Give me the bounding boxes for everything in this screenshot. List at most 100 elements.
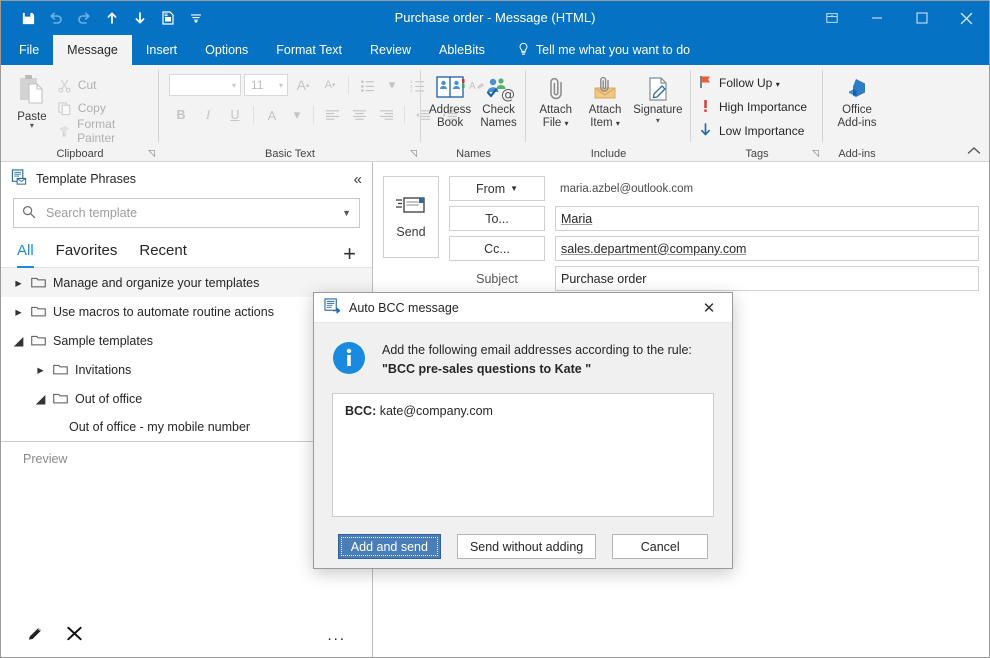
from-value[interactable]: maria.azbel@outlook.com bbox=[555, 176, 979, 201]
dialog-title-bar: Auto BCC message ✕ bbox=[314, 293, 732, 323]
delete-icon[interactable] bbox=[66, 625, 83, 645]
ribbon-tab-file[interactable]: File bbox=[5, 35, 53, 65]
folder-icon bbox=[31, 304, 46, 320]
tags-dialog-launcher-icon[interactable]: ◹ bbox=[812, 148, 819, 159]
search-filter-chevron-down-icon[interactable]: ▼ bbox=[342, 208, 351, 218]
font-size-combo[interactable]: 11 ▾ bbox=[244, 74, 288, 96]
collapse-ribbon-icon[interactable] bbox=[967, 146, 981, 159]
save-icon[interactable] bbox=[15, 5, 41, 31]
redo-icon[interactable] bbox=[71, 5, 97, 31]
ribbon-tab-ablebits[interactable]: AbleBits bbox=[425, 35, 499, 65]
check-names-button[interactable]: @ Check Names bbox=[477, 73, 520, 129]
previous-item-icon[interactable] bbox=[99, 5, 125, 31]
search-input[interactable] bbox=[44, 205, 335, 221]
from-button[interactable]: From ▼ bbox=[449, 176, 545, 201]
to-button[interactable]: To... bbox=[449, 206, 545, 231]
add-template-button[interactable]: + bbox=[343, 243, 356, 267]
ribbon-tab-format-text[interactable]: Format Text bbox=[262, 35, 356, 65]
address-book-label-1: Address bbox=[429, 104, 472, 116]
basic-text-dialog-launcher-icon[interactable]: ◹ bbox=[410, 148, 417, 159]
cancel-button[interactable]: Cancel bbox=[612, 534, 709, 559]
send-without-adding-button[interactable]: Send without adding bbox=[456, 534, 597, 559]
subject-input[interactable]: Purchase order bbox=[555, 266, 979, 291]
chevron-right-icon[interactable]: ▸ bbox=[13, 304, 24, 319]
check-names-label-1: Check bbox=[482, 104, 515, 116]
office-addins-label-2: Add-ins bbox=[837, 117, 877, 129]
close-icon[interactable] bbox=[944, 1, 989, 35]
chevron-right-icon[interactable]: ▸ bbox=[13, 275, 24, 290]
clipboard-dialog-launcher-icon[interactable]: ◹ bbox=[148, 148, 155, 159]
chevron-down-icon[interactable]: ◢ bbox=[35, 391, 46, 406]
font-color-chevron-down-icon[interactable]: ▾ bbox=[287, 103, 307, 127]
copy-button[interactable]: Copy bbox=[57, 98, 153, 118]
tab-recent[interactable]: Recent bbox=[139, 242, 187, 267]
attach-file-label-1: Attach bbox=[539, 104, 572, 116]
template-phrases-title: Template Phrases bbox=[36, 172, 137, 186]
to-value[interactable]: Maria bbox=[555, 206, 979, 231]
low-importance-button[interactable]: Low Importance bbox=[699, 120, 807, 142]
collapse-pane-icon[interactable]: « bbox=[354, 172, 362, 187]
send-button[interactable]: Send bbox=[383, 176, 439, 258]
minimize-icon[interactable] bbox=[854, 1, 899, 35]
dialog-close-icon[interactable]: ✕ bbox=[692, 294, 726, 322]
bullets-icon[interactable] bbox=[355, 73, 379, 97]
italic-icon[interactable]: I bbox=[196, 103, 220, 127]
cc-value[interactable]: sales.department@company.com bbox=[555, 236, 979, 261]
bullets-chevron-down-icon[interactable]: ▾ bbox=[382, 73, 402, 97]
ribbon-group-basic-text: ▾ 11 ▾ A▴ A▾ ▾ 123 ▾ bbox=[159, 65, 485, 162]
ribbon-group-tags: Follow Up ▾ High Importance Low Importan… bbox=[691, 65, 823, 162]
ribbon-tab-review[interactable]: Review bbox=[356, 35, 425, 65]
addins-group-label: Add-ins bbox=[838, 147, 876, 160]
tab-all[interactable]: All bbox=[17, 242, 34, 268]
address-book-button[interactable]: Address Book bbox=[427, 73, 473, 129]
more-options-icon[interactable]: ... bbox=[327, 627, 346, 644]
bold-icon[interactable]: B bbox=[169, 103, 193, 127]
edit-icon[interactable] bbox=[27, 625, 44, 645]
underline-icon[interactable]: U bbox=[223, 103, 247, 127]
tell-me-box[interactable]: Tell me what you want to do bbox=[499, 35, 704, 65]
cut-button[interactable]: Cut bbox=[57, 75, 153, 95]
ribbon-tab-insert[interactable]: Insert bbox=[132, 35, 191, 65]
quick-access-toolbar bbox=[1, 5, 209, 31]
font-color-icon[interactable]: A bbox=[260, 103, 284, 127]
low-importance-label: Low Importance bbox=[719, 124, 805, 138]
shrink-font-icon[interactable]: A ▾ bbox=[318, 73, 342, 97]
signature-chevron-down-icon: ▾ bbox=[655, 116, 660, 125]
attach-item-button[interactable]: Attach Item ▾ bbox=[581, 73, 628, 130]
search-template-box[interactable]: ▼ bbox=[13, 198, 360, 228]
copy-label: Copy bbox=[77, 101, 106, 115]
high-importance-button[interactable]: High Importance bbox=[699, 96, 807, 118]
ribbon-tab-options[interactable]: Options bbox=[191, 35, 262, 65]
grow-font-icon[interactable]: A ▴ bbox=[291, 73, 315, 97]
print-preview-icon[interactable] bbox=[155, 5, 181, 31]
ribbon-tab-message[interactable]: Message bbox=[53, 35, 132, 65]
ribbon-group-include: Attach File ▾ Attach Item ▾ Signature ▾ … bbox=[526, 65, 691, 162]
font-name-combo[interactable]: ▾ bbox=[169, 74, 241, 96]
tags-group-label: Tags bbox=[745, 147, 769, 160]
chevron-down-icon[interactable]: ◢ bbox=[13, 333, 24, 348]
paste-button[interactable]: Paste ▾ bbox=[7, 69, 57, 130]
tell-me-label: Tell me what you want to do bbox=[535, 43, 691, 57]
chevron-right-icon[interactable]: ▸ bbox=[35, 362, 46, 377]
align-right-icon[interactable] bbox=[374, 103, 398, 127]
align-left-icon[interactable] bbox=[320, 103, 344, 127]
undo-icon[interactable] bbox=[43, 5, 69, 31]
signature-button[interactable]: Signature ▾ bbox=[631, 73, 685, 125]
cc-label: Cc... bbox=[484, 241, 510, 256]
maximize-icon[interactable] bbox=[899, 1, 944, 35]
tree-item-label: Out of office bbox=[75, 391, 143, 406]
next-item-icon[interactable] bbox=[127, 5, 153, 31]
add-and-send-button[interactable]: Add and send bbox=[337, 534, 441, 559]
follow-up-button[interactable]: Follow Up ▾ bbox=[699, 72, 807, 94]
cc-button[interactable]: Cc... bbox=[449, 236, 545, 261]
attach-file-label-2: File ▾ bbox=[542, 117, 569, 129]
office-addins-label-1: Office bbox=[842, 104, 872, 116]
tab-favorites[interactable]: Favorites bbox=[56, 242, 118, 267]
attach-file-button[interactable]: Attach File ▾ bbox=[532, 73, 579, 130]
ribbon-display-options-icon[interactable] bbox=[809, 1, 854, 35]
format-painter-button[interactable]: Format Painter bbox=[57, 117, 153, 145]
office-addins-button[interactable]: Office Add-ins bbox=[830, 73, 884, 129]
align-center-icon[interactable] bbox=[347, 103, 371, 127]
customize-quick-access-toolbar-icon[interactable] bbox=[183, 5, 209, 31]
svg-text:3: 3 bbox=[410, 88, 413, 92]
